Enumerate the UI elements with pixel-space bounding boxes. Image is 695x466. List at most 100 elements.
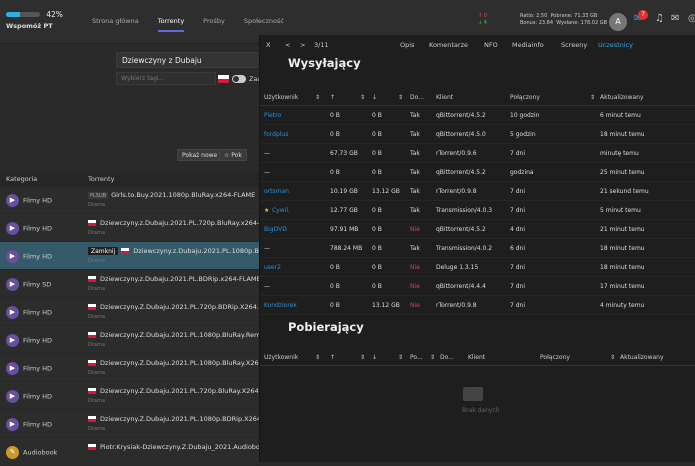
tags-input[interactable]: Wybierz tagi... [116, 72, 216, 85]
seeder-user[interactable]: fordplus [264, 131, 288, 138]
seeder-user[interactable]: Kondziorek [264, 302, 297, 309]
mail-icon[interactable]: ✉ [671, 13, 679, 24]
row-title[interactable]: Zamknij Dziewczyny.z.Dubaju.2021.PL.1080p… [88, 247, 260, 255]
col-down[interactable]: ↓ [372, 94, 377, 101]
table-row[interactable]: ▶ Filmy HD Zamknij Dziewczyny.z.Dubaju.2021… [0, 242, 260, 270]
seeder-client: qBittorrent/4.5.0 [436, 131, 486, 138]
tab-screens[interactable]: Screeny [561, 41, 587, 49]
toggle-switch[interactable] [232, 75, 246, 83]
category-label: Filmy HD [23, 252, 53, 261]
next-icon[interactable]: > [300, 41, 305, 49]
seeder-complete: Nie [410, 264, 420, 271]
row-category[interactable]: ▶ Filmy HD [6, 390, 81, 403]
row-category[interactable]: ▶ Filmy HD [6, 362, 81, 375]
col-up[interactable]: ↑ [330, 94, 335, 101]
bell-icon[interactable]: ♫ [655, 13, 664, 24]
row-category[interactable]: ▶ Filmy HD [6, 250, 81, 263]
row-title[interactable]: Dziewczyny.z.Dubaju.2021.PL.BDRip.x264-F… [88, 275, 260, 283]
sort-icon[interactable]: ⇕ [590, 94, 595, 101]
col-category[interactable]: Kategoria [6, 175, 37, 183]
seeder-user: — [264, 150, 270, 157]
prev-icon[interactable]: < [285, 41, 290, 49]
sort-icon[interactable]: ⇕ [315, 354, 320, 361]
download-count: ↓ 4 [478, 20, 487, 26]
search-input[interactable]: Dziewczyny z Dubaju [116, 52, 261, 68]
table-row[interactable]: ▶ Filmy HD Dziewczyny.Z.Dubaju.2021.PL.108… [0, 326, 260, 354]
tab-opis[interactable]: Opis [400, 41, 414, 49]
row-title[interactable]: PLSUB Girls.to.Buy.2021.1080p.BluRay.x264… [88, 191, 260, 199]
support-progress [6, 12, 40, 17]
col-connected[interactable]: Połączony [540, 354, 570, 361]
row-tag[interactable]: Zamknij [88, 247, 119, 255]
seeder-complete: Tak [410, 188, 420, 195]
row-category[interactable]: ▶ Filmy HD [6, 194, 81, 207]
sort-icon[interactable]: ⇕ [360, 354, 365, 361]
row-genre: Drama [88, 202, 105, 208]
nav-torrents[interactable]: Torrenty [157, 17, 185, 32]
row-category[interactable]: ✎ Audiobook [6, 446, 81, 459]
row-title[interactable]: Dziewczyny.Z.Dubaju.2021.PL.720p.BDRip.X… [88, 303, 260, 311]
row-category[interactable]: ▶ Filmy SD [6, 278, 81, 291]
sort-icon[interactable]: ⇕ [610, 354, 615, 361]
sort-icon[interactable]: ⇕ [360, 94, 365, 101]
table-row[interactable]: ▶ Filmy HD Dziewczyny.Z.Dubaju.2021.PL.720… [0, 298, 260, 326]
pl-flag-icon [88, 444, 96, 450]
sort-icon[interactable]: ⇕ [398, 94, 403, 101]
nav-home[interactable]: Strona główna [92, 17, 139, 32]
col-torrents[interactable]: Torrenty [88, 175, 114, 183]
row-category[interactable]: ▶ Filmy HD [6, 222, 81, 235]
row-title[interactable]: Dziewczyny.Z.Dubaju.2021.PL.720p.BluRay.… [88, 387, 260, 395]
row-category[interactable]: ▶ Filmy HD [6, 306, 81, 319]
col-do[interactable]: Do... [410, 94, 424, 101]
col-client[interactable]: Klient [468, 354, 485, 361]
seeder-up: 788.24 MB [330, 245, 363, 252]
col-po[interactable]: Po... [410, 354, 423, 361]
seeder-user[interactable]: BigDVD [264, 226, 287, 233]
row-title[interactable]: Dziewczyny.Z.Dubaju.2021.PL.1080p.BluRay… [88, 331, 260, 339]
pl-flag-icon[interactable] [218, 75, 229, 83]
col-updated[interactable]: Aktualizowany [620, 354, 664, 361]
seeder-user[interactable]: Cywil. [272, 207, 290, 214]
seeder-user[interactable]: ortsman [264, 188, 289, 195]
sort-icon[interactable]: ⇕ [315, 94, 320, 101]
seeder-user[interactable]: user2 [264, 264, 281, 271]
support-widget[interactable]: 42% Wspomóż PT [6, 10, 76, 30]
row-category[interactable]: ▶ Filmy HD [6, 334, 81, 347]
pok-button[interactable]: ☆ Pok [219, 149, 247, 161]
sort-icon[interactable]: ⇕ [398, 354, 403, 361]
nav-requests[interactable]: Prośby [203, 17, 225, 32]
sort-icon[interactable]: ⇕ [430, 354, 435, 361]
tab-mediainfo[interactable]: Mediainfo [512, 41, 544, 49]
tab-participants[interactable]: Uczestnicy [598, 41, 633, 49]
col-user[interactable]: Użytkownik [264, 94, 298, 101]
table-row[interactable]: ▶ Filmy SD Dziewczyny.z.Dubaju.2021.PL.BDR… [0, 270, 260, 298]
col-user[interactable]: Użytkownik [264, 354, 298, 361]
col-updated[interactable]: Aktualizowany [600, 94, 644, 101]
seeder-user[interactable]: Pietro [264, 112, 281, 119]
row-title[interactable]: Dziewczyny.Z.Dubaju.2021.PL.1080p.BDRip.… [88, 415, 260, 423]
avatar[interactable]: A [609, 13, 627, 31]
col-client[interactable]: Klient [436, 94, 453, 101]
row-category[interactable]: ▶ Filmy HD [6, 418, 81, 431]
col-do[interactable]: Do... [440, 354, 454, 361]
nav-community[interactable]: Społeczność [244, 17, 284, 32]
row-title[interactable]: Dziewczyny.Z.Dubaju.2021.PL.1080p.BluRay… [88, 359, 260, 367]
table-row[interactable]: ▶ Filmy HD Dziewczyny.Z.Dubaju.2021.PL.108… [0, 354, 260, 382]
settings-icon[interactable]: ◎ [688, 13, 695, 24]
table-row[interactable]: ▶ Filmy HD Dziewczyny.z.Dubaju.2021.PL.720… [0, 214, 260, 242]
close-icon[interactable]: X [266, 41, 270, 49]
row-title[interactable]: Piotr.Krysiak-Dziewczyny.Z.Dubaju_2021.A… [88, 443, 260, 451]
seeder-connected: 5 godzin [510, 131, 536, 138]
show-new-button[interactable]: Pokaż nowe [177, 149, 223, 161]
category-label: Filmy SD [23, 280, 52, 289]
upload-count: ↑ 0 [478, 13, 487, 19]
col-connected[interactable]: Połączony [510, 94, 540, 101]
row-title[interactable]: Dziewczyny.z.Dubaju.2021.PL.720p.BluRay.… [88, 219, 260, 227]
col-down[interactable]: ↓ [372, 354, 377, 361]
table-row[interactable]: ▶ Filmy HD Dziewczyny.Z.Dubaju.2021.PL.108… [0, 410, 260, 438]
tab-nfo[interactable]: NFO [484, 41, 498, 49]
table-row[interactable]: ▶ Filmy HD PLSUB Girls.to.Buy.2021.1080p.Bl… [0, 186, 260, 214]
tab-comments[interactable]: Komentarze [429, 41, 468, 49]
table-row[interactable]: ▶ Filmy HD Dziewczyny.Z.Dubaju.2021.PL.720… [0, 382, 260, 410]
col-up[interactable]: ↑ [330, 354, 335, 361]
